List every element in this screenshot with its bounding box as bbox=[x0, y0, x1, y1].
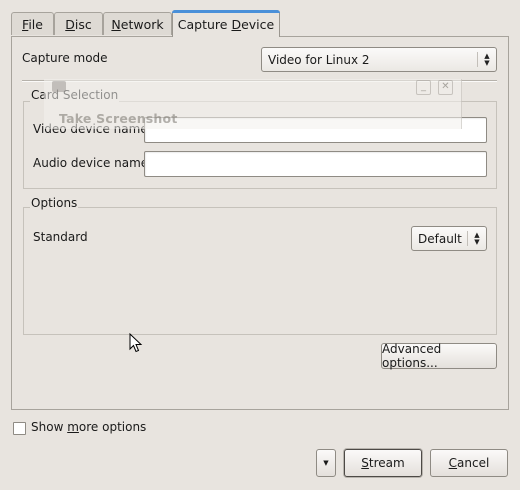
video-device-input[interactable] bbox=[144, 117, 487, 143]
cancel-button-label: Cancel bbox=[448, 456, 490, 470]
standard-combo[interactable]: Default ▲ ▼ bbox=[411, 226, 487, 251]
combo-separator bbox=[467, 231, 468, 246]
capture-mode-combo[interactable]: Video for Linux 2 ▲ ▼ bbox=[261, 47, 497, 72]
video-device-label: Video device name bbox=[33, 122, 148, 136]
capture-mode-label: Capture mode bbox=[22, 51, 108, 65]
show-more-options-checkbox[interactable] bbox=[13, 422, 26, 435]
audio-device-label: Audio device name bbox=[33, 156, 149, 170]
up-down-arrows-icon: ▲ ▼ bbox=[474, 230, 480, 246]
stream-button[interactable]: Stream bbox=[344, 449, 422, 477]
combo-separator bbox=[477, 52, 478, 67]
stream-button-label: Stream bbox=[361, 456, 405, 470]
advanced-options-label: Advanced options... bbox=[382, 342, 442, 370]
show-more-options-label[interactable]: Show more options bbox=[31, 420, 146, 434]
up-down-arrows-icon: ▲ ▼ bbox=[484, 51, 490, 67]
options-title: Options bbox=[30, 196, 79, 210]
standard-label: Standard bbox=[33, 230, 88, 244]
separator-line-highlight bbox=[22, 81, 497, 82]
stream-dropdown-button[interactable]: ▼ bbox=[316, 449, 336, 477]
audio-device-input[interactable] bbox=[144, 151, 487, 177]
cancel-button[interactable]: Cancel bbox=[430, 449, 508, 477]
mouse-pointer-icon bbox=[129, 333, 143, 353]
standard-value: Default bbox=[418, 231, 462, 246]
chevron-down-icon: ▼ bbox=[323, 459, 329, 467]
advanced-options-button[interactable]: Advanced options... bbox=[381, 342, 497, 370]
capture-mode-value: Video for Linux 2 bbox=[268, 52, 370, 67]
card-selection-title: Card Selection bbox=[30, 88, 120, 102]
panel-content: Capture mode Video for Linux 2 ▲ ▼ Card S… bbox=[0, 0, 520, 490]
